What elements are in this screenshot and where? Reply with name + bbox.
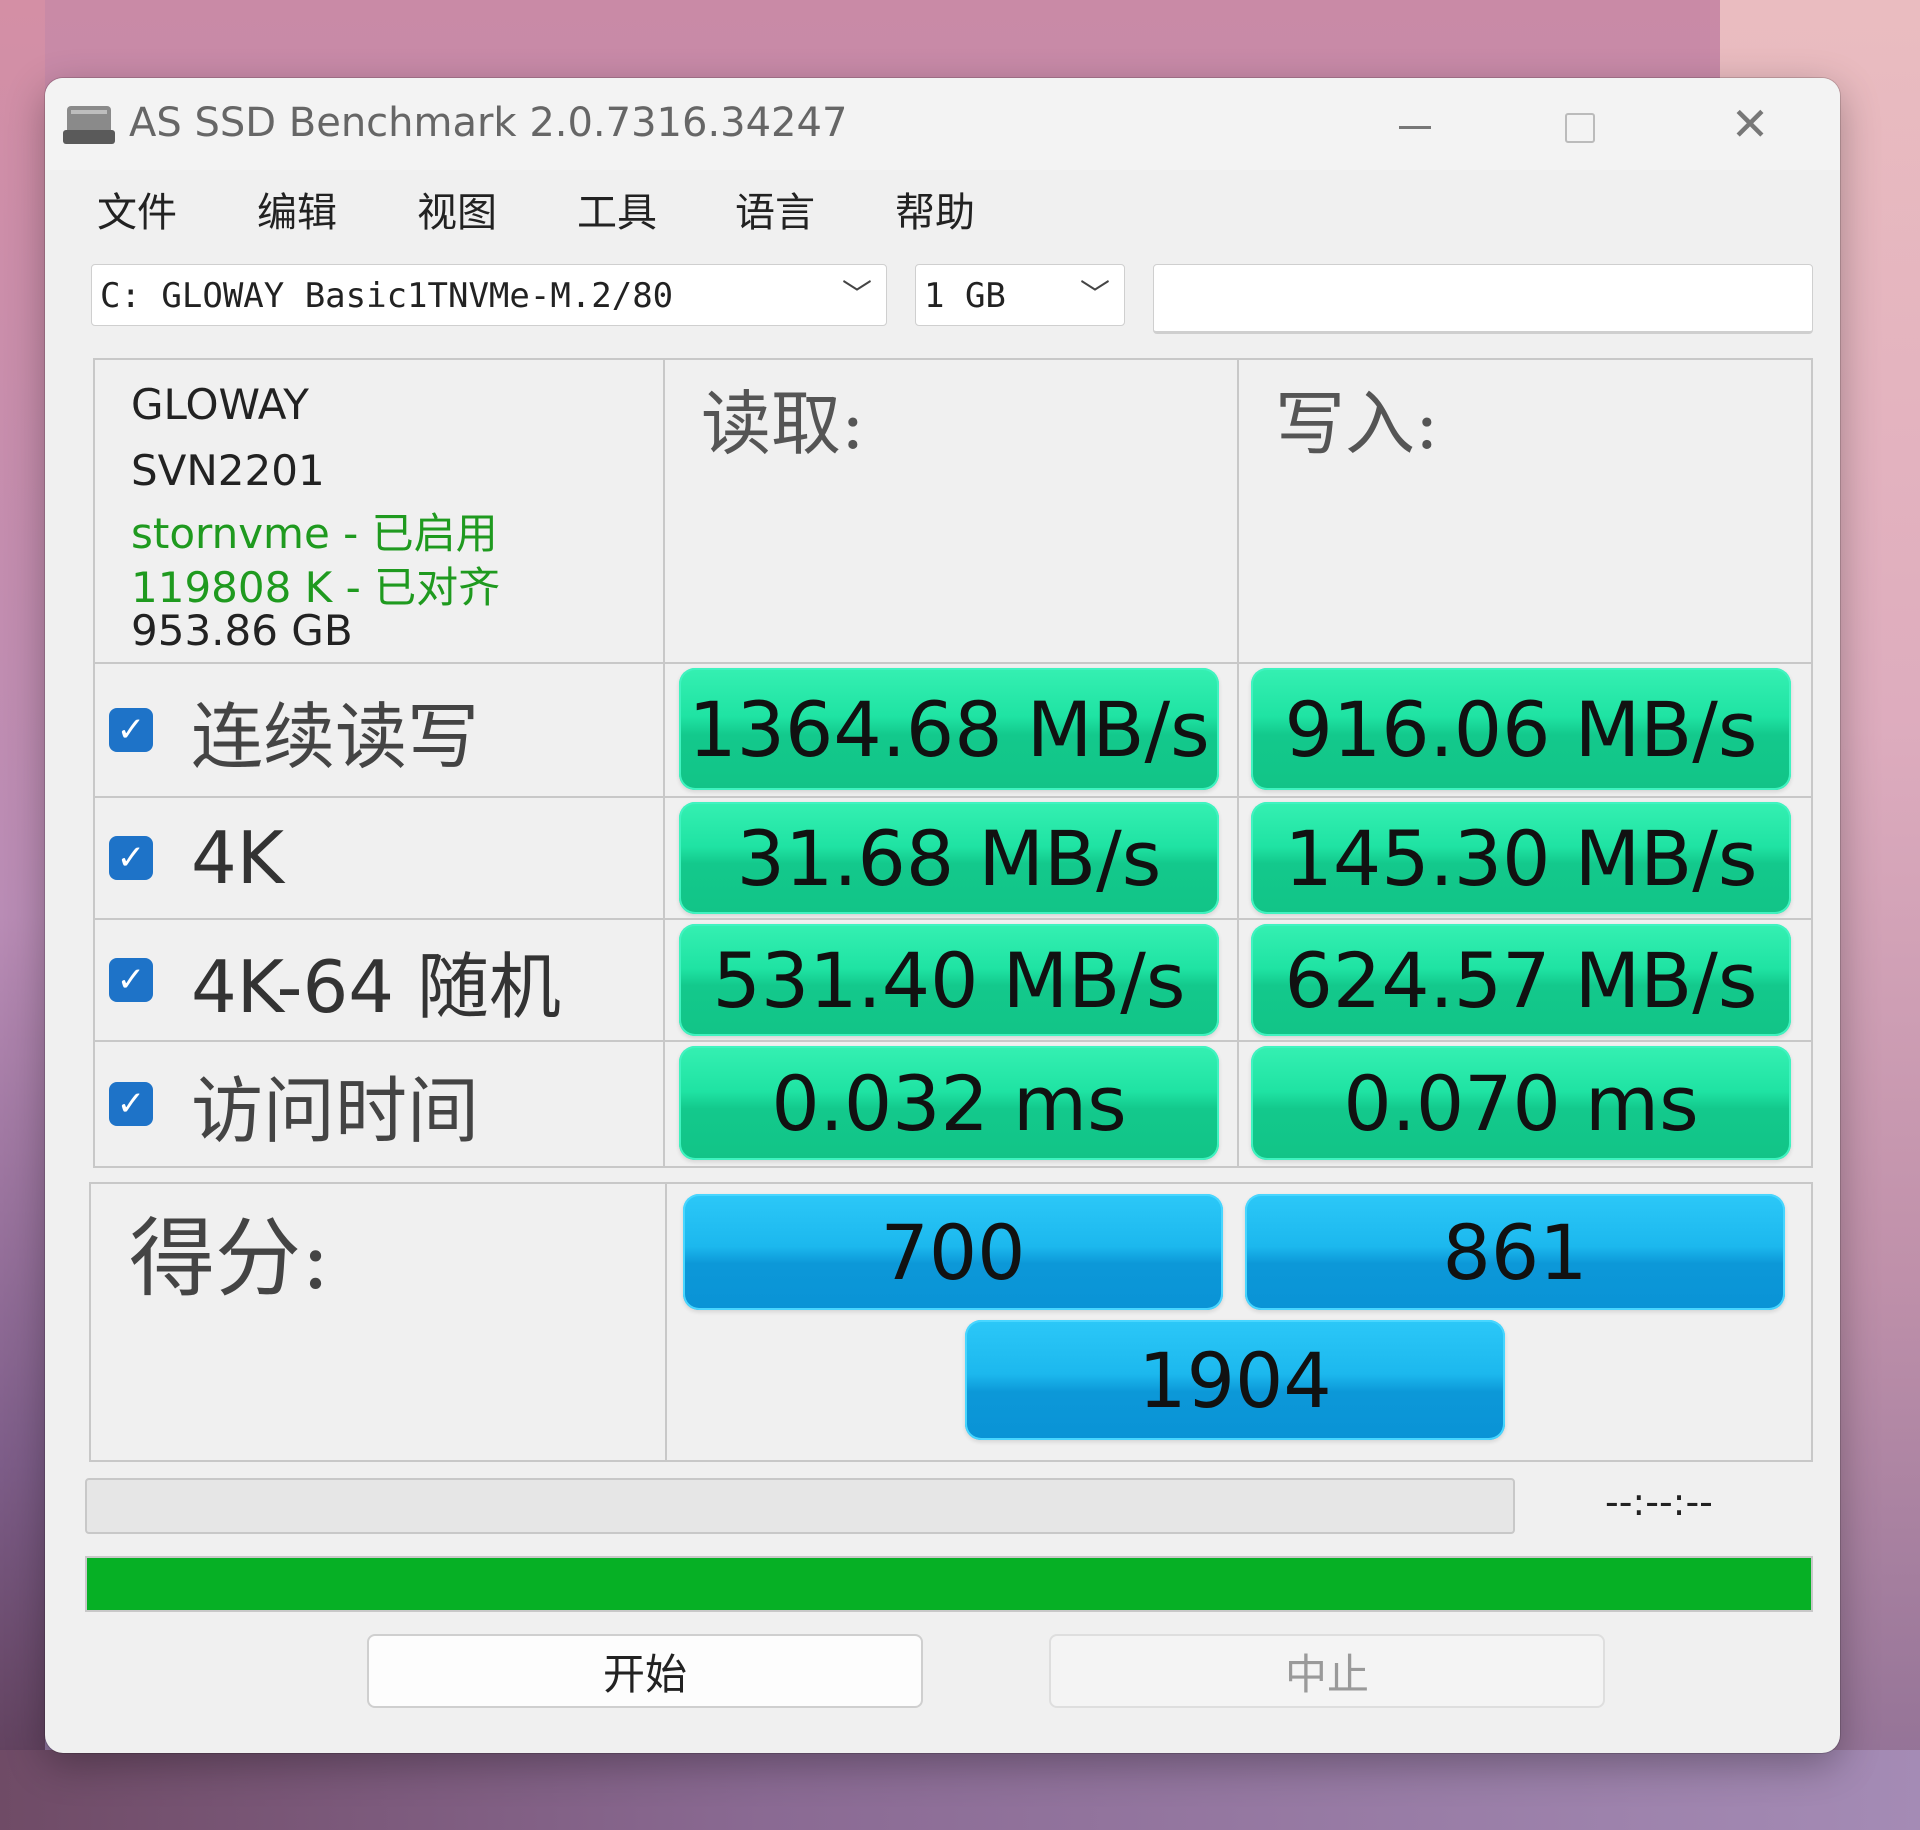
device-firmware: SVN2201 <box>131 446 325 495</box>
checkbox-checked-icon[interactable]: ✓ <box>109 708 153 752</box>
seq-write-result: 916.06 MB/s <box>1251 668 1791 790</box>
drive-icon <box>63 106 115 144</box>
row-label-access: 访问时间 <box>191 1068 480 1153</box>
device-info-panel: GLOWAY SVN2201 stornvme - 已启用 119808 K -… <box>93 358 665 664</box>
menu-language[interactable]: 语言 <box>735 180 815 238</box>
maximize-icon <box>1565 112 1595 143</box>
close-button[interactable]: ✕ <box>1715 92 1785 156</box>
access-write-result: 0.070 ms <box>1251 1046 1791 1160</box>
4k64-read-result: 531.40 MB/s <box>679 924 1219 1036</box>
menu-help[interactable]: 帮助 <box>895 180 975 238</box>
row-label: ✓ 连续读写 <box>109 664 479 796</box>
write-header: 写入: <box>1275 383 1439 465</box>
maximize-button[interactable] <box>1545 92 1615 156</box>
overall-progress-fill <box>87 1558 1811 1610</box>
abort-button[interactable]: 中止 <box>1049 1634 1605 1708</box>
chevron-down-icon: ﹀ <box>1080 278 1110 313</box>
row-label: ✓ 4K-64 随机 <box>109 920 561 1040</box>
4k-read-result: 31.68 MB/s <box>679 802 1219 914</box>
start-button[interactable]: 开始 <box>367 1634 923 1708</box>
app-window: AS SSD Benchmark 2.0.7316.34247 ✕ 文件 编辑 … <box>45 78 1840 1753</box>
score-label: 得分: <box>129 1209 330 1309</box>
results-grid: GLOWAY SVN2201 stornvme - 已启用 119808 K -… <box>93 358 1813 1182</box>
row-label-cell: ✓ 4K-64 随机 <box>93 918 665 1042</box>
title-bar[interactable]: AS SSD Benchmark 2.0.7316.34247 ✕ <box>45 78 1840 170</box>
result-cell: 0.032 ms <box>663 1040 1239 1168</box>
desktop-background-left <box>0 0 45 1830</box>
chevron-down-icon: ﹀ <box>842 278 872 313</box>
device-capacity: 953.86 GB <box>131 606 353 655</box>
test-progress-bar <box>85 1478 1515 1534</box>
result-cell: 31.68 MB/s <box>663 796 1239 920</box>
result-cell: 1364.68 MB/s <box>663 662 1239 798</box>
write-score: 861 <box>1245 1194 1785 1310</box>
total-score: 1904 <box>965 1320 1505 1440</box>
score-panel: 700 861 1904 <box>665 1182 1813 1462</box>
status-text-box <box>1153 264 1813 334</box>
result-cell: 916.06 MB/s <box>1237 662 1813 798</box>
device-vendor: GLOWAY <box>131 380 309 429</box>
row-label-cell: ✓ 4K <box>93 796 665 920</box>
read-header: 读取: <box>701 383 865 465</box>
row-label-cell: ✓ 访问时间 <box>93 1040 665 1168</box>
menu-view[interactable]: 视图 <box>417 180 497 238</box>
minimize-icon <box>1399 126 1431 129</box>
menu-file[interactable]: 文件 <box>97 180 177 238</box>
size-select-value: 1 GB <box>924 276 1006 316</box>
device-driver: stornvme - 已启用 <box>131 509 498 558</box>
row-label-seq: 连续读写 <box>191 694 480 779</box>
4k64-write-result: 624.57 MB/s <box>1251 924 1791 1036</box>
score-label-cell: 得分: <box>89 1182 667 1462</box>
checkbox-checked-icon[interactable]: ✓ <box>109 958 153 1002</box>
checkbox-checked-icon[interactable]: ✓ <box>109 1082 153 1126</box>
size-select[interactable]: 1 GB ﹀ <box>915 264 1125 326</box>
4k-write-result: 145.30 MB/s <box>1251 802 1791 914</box>
row-label-4k: 4K <box>191 816 285 900</box>
menu-tools[interactable]: 工具 <box>577 180 657 238</box>
row-label-cell: ✓ 连续读写 <box>93 662 665 798</box>
access-read-result: 0.032 ms <box>679 1046 1219 1160</box>
overall-progress-bar <box>85 1556 1813 1612</box>
seq-read-result: 1364.68 MB/s <box>679 668 1219 790</box>
window-title: AS SSD Benchmark 2.0.7316.34247 <box>129 100 848 146</box>
menu-bar: 文件 编辑 视图 工具 语言 帮助 <box>45 170 1840 242</box>
write-header-cell: 写入: <box>1237 358 1813 664</box>
row-label: ✓ 访问时间 <box>109 1042 479 1166</box>
elapsed-timer: --:--:-- <box>1605 1480 1713 1524</box>
result-cell: 531.40 MB/s <box>663 918 1239 1042</box>
checkbox-checked-icon[interactable]: ✓ <box>109 836 153 880</box>
result-cell: 145.30 MB/s <box>1237 796 1813 920</box>
drive-select[interactable]: C: GLOWAY Basic1TNVMe-M.2/80 ﹀ <box>91 264 887 326</box>
minimize-button[interactable] <box>1380 92 1450 156</box>
row-label-4k64: 4K-64 随机 <box>191 944 561 1029</box>
menu-edit[interactable]: 编辑 <box>257 180 337 238</box>
read-header-cell: 读取: <box>663 358 1239 664</box>
read-score: 700 <box>683 1194 1223 1310</box>
result-cell: 0.070 ms <box>1237 1040 1813 1168</box>
desktop-background-bottom <box>0 1750 1920 1830</box>
row-label: ✓ 4K <box>109 798 284 918</box>
result-cell: 624.57 MB/s <box>1237 918 1813 1042</box>
drive-select-value: C: GLOWAY Basic1TNVMe-M.2/80 <box>100 276 674 316</box>
